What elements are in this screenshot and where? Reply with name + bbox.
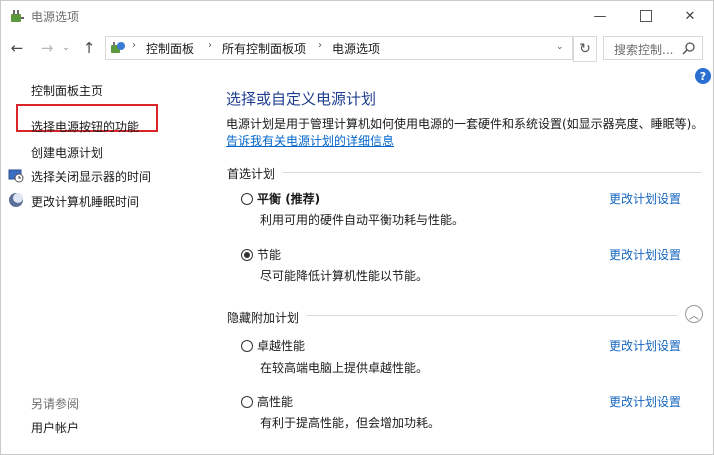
radio-selected-dot xyxy=(244,252,250,258)
breadcrumb-control-panel[interactable]: 控制面板 xyxy=(146,40,194,57)
forward-button[interactable]: → xyxy=(37,38,57,58)
breadcrumb-separator: › xyxy=(132,40,136,51)
breadcrumb-separator: › xyxy=(318,40,322,51)
minimize-icon: — xyxy=(593,8,607,24)
arrow-right-icon: → xyxy=(40,39,54,57)
refresh-icon: ↻ xyxy=(579,41,591,57)
help-button[interactable]: ? xyxy=(695,68,711,84)
sidebar-item-power-button[interactable]: 选择电源按钮的功能 xyxy=(31,118,139,135)
monitor-clock-icon xyxy=(8,169,24,183)
arrow-up-icon: ↑ xyxy=(82,39,96,57)
plan-desc-balanced: 利用可用的硬件自动平衡功耗与性能。 xyxy=(260,213,465,227)
collapse-button[interactable]: ︿ xyxy=(685,305,703,323)
address-dropdown-icon[interactable]: ⌄ xyxy=(556,42,564,52)
title-bar[interactable]: 电源选项 — ✕ xyxy=(1,1,713,31)
close-button[interactable]: ✕ xyxy=(667,1,713,31)
chevron-up-icon: ︿ xyxy=(689,310,699,322)
minimize-button[interactable]: — xyxy=(577,1,623,31)
window-title: 电源选项 xyxy=(31,10,80,24)
control-panel-icon xyxy=(111,42,125,53)
breadcrumb-power-options[interactable]: 电源选项 xyxy=(332,40,380,57)
divider xyxy=(282,172,702,173)
plan-radio-balanced[interactable] xyxy=(241,193,253,205)
divider xyxy=(306,315,678,316)
search-input[interactable]: 搜索控制... xyxy=(614,41,673,58)
sidebar-home-link[interactable]: 控制面板主页 xyxy=(31,82,103,99)
address-bar[interactable]: › 控制面板 › 所有控制面板项 › 电源选项 ⌄ xyxy=(105,36,573,60)
plan-name-balanced: 平衡 (推荐) xyxy=(257,192,321,206)
sidebar-item-display-off[interactable]: 选择关闭显示器的时间 xyxy=(31,168,151,185)
search-icon xyxy=(682,42,695,55)
close-icon: ✕ xyxy=(684,8,696,24)
learn-more-link[interactable]: 告诉我有关电源计划的详细信息 xyxy=(226,132,394,149)
plan-name-high-performance: 高性能 xyxy=(257,395,294,409)
chevron-down-icon: ⌄ xyxy=(62,43,70,53)
see-also-title: 另请参阅 xyxy=(31,397,80,411)
plan-radio-high-performance[interactable] xyxy=(241,396,253,408)
recent-locations-button[interactable]: ⌄ xyxy=(59,38,73,58)
page-title: 选择或自定义电源计划 xyxy=(226,90,377,108)
moon-icon xyxy=(9,193,23,207)
maximize-button[interactable] xyxy=(623,1,669,31)
plan-desc-ultimate: 在较高端电脑上提供卓越性能。 xyxy=(260,361,429,375)
change-plan-link-power-saver[interactable]: 更改计划设置 xyxy=(609,246,681,263)
breadcrumb-all-items[interactable]: 所有控制面板项 xyxy=(222,40,306,57)
refresh-button[interactable]: ↻ xyxy=(573,36,597,62)
plan-radio-power-saver[interactable] xyxy=(241,249,253,261)
breadcrumb-separator: › xyxy=(208,40,212,51)
sidebar-link-user-accounts[interactable]: 用户帐户 xyxy=(31,419,79,436)
sidebar-item-create-plan[interactable]: 创建电源计划 xyxy=(31,144,103,161)
arrow-left-icon: ← xyxy=(10,39,24,57)
page-description: 电源计划是用于管理计算机如何使用电源的一套硬件和系统设置(如显示器亮度、睡眠等)… xyxy=(226,117,704,131)
up-button[interactable]: ↑ xyxy=(79,38,99,58)
sidebar-item-sleep-time[interactable]: 更改计算机睡眠时间 xyxy=(31,193,139,210)
power-options-window: 电源选项 — ✕ ← → ⌄ ↑ › 控制面板 › 所有控制面板项 › 电源选项… xyxy=(0,0,714,455)
plan-desc-power-saver: 尽可能降低计算机性能以节能。 xyxy=(260,269,429,283)
change-plan-link-balanced[interactable]: 更改计划设置 xyxy=(609,190,681,207)
hidden-plans-header: 隐藏附加计划 xyxy=(227,311,300,325)
preferred-plans-header: 首选计划 xyxy=(227,167,276,181)
maximize-icon xyxy=(640,10,652,22)
plan-radio-ultimate[interactable] xyxy=(241,340,253,352)
change-plan-link-ultimate[interactable]: 更改计划设置 xyxy=(609,337,681,354)
navigation-bar: ← → ⌄ ↑ › 控制面板 › 所有控制面板项 › 电源选项 ⌄ ↻ 搜索控制… xyxy=(1,34,713,62)
plan-desc-high-performance: 有利于提高性能，但会增加功耗。 xyxy=(260,416,441,430)
back-button[interactable]: ← xyxy=(7,38,27,58)
plan-name-ultimate: 卓越性能 xyxy=(257,339,306,353)
plan-name-power-saver: 节能 xyxy=(257,248,282,262)
search-box[interactable]: 搜索控制... xyxy=(603,36,703,60)
change-plan-link-high-performance[interactable]: 更改计划设置 xyxy=(609,393,681,410)
power-options-icon xyxy=(11,10,24,22)
